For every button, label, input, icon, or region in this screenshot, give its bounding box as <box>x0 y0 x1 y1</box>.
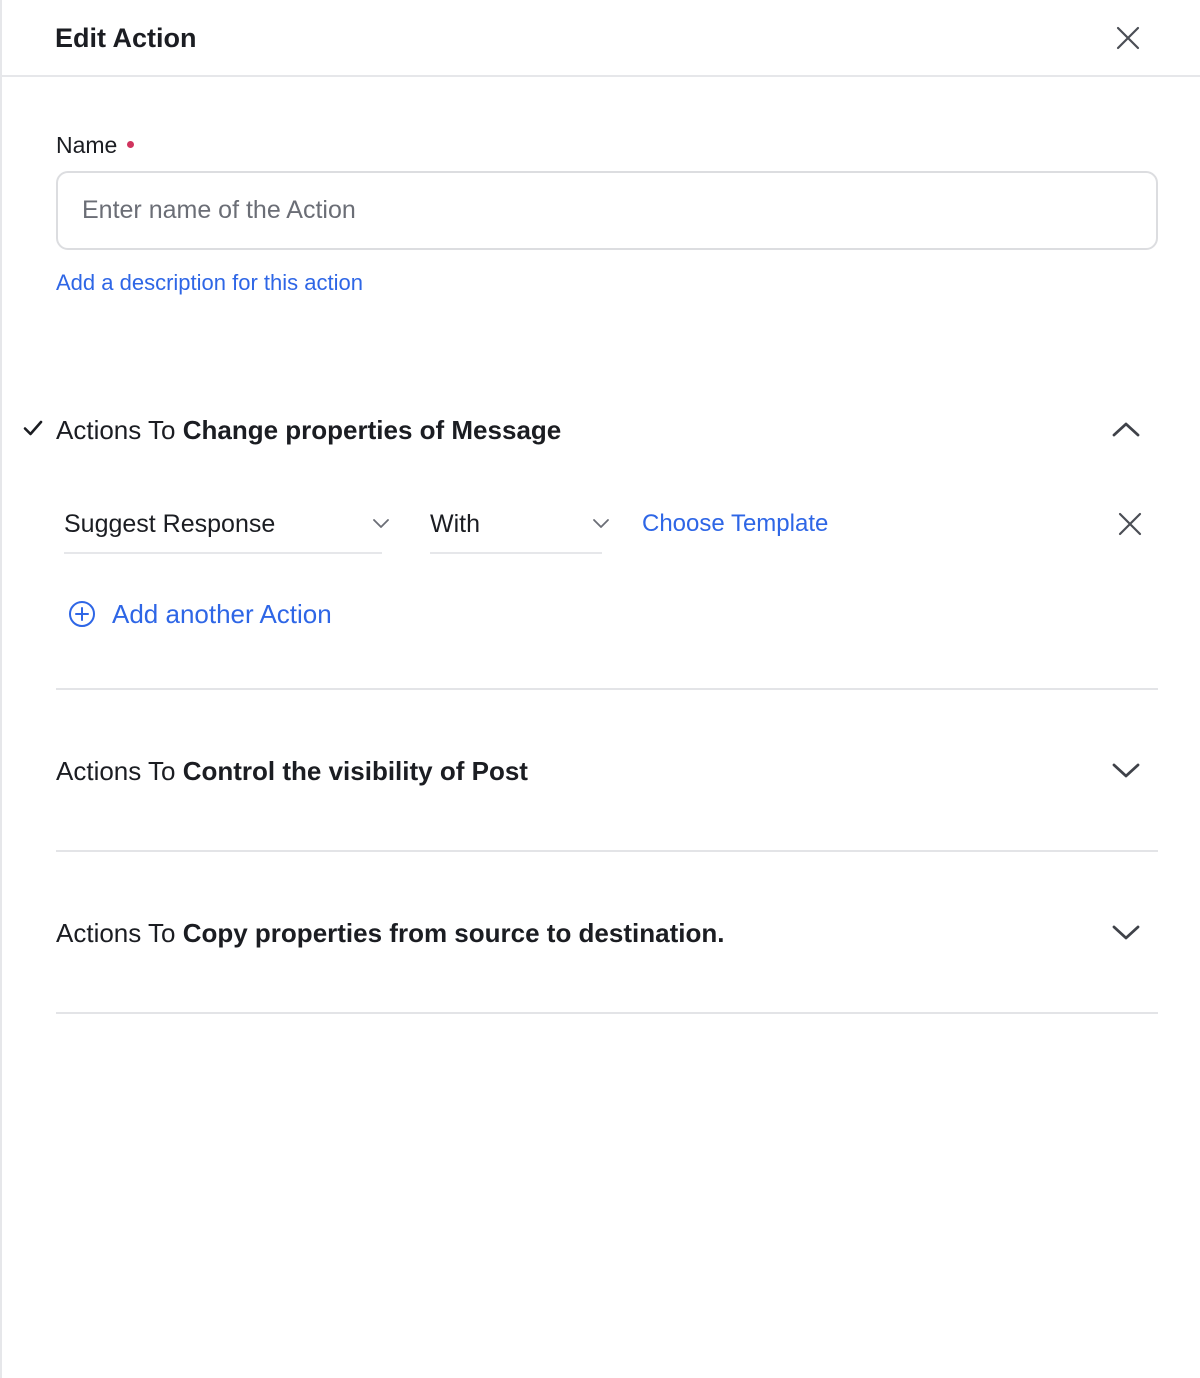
section-copy-properties-header[interactable]: Actions To Copy properties from source t… <box>2 908 1200 958</box>
section-title-name: Change properties of Message <box>182 415 562 445</box>
qualifier-select[interactable]: With <box>430 498 609 554</box>
page-title: Edit Action <box>55 23 197 53</box>
chevron-down-icon <box>593 519 609 528</box>
expand-section-button[interactable] <box>1108 752 1144 788</box>
name-field-label: Name <box>56 130 135 160</box>
remove-action-row-button[interactable] <box>1112 506 1148 542</box>
divider <box>56 688 1158 690</box>
panel-header: Edit Action <box>2 0 1200 77</box>
section-title-name: Control the visibility of Post <box>182 756 528 786</box>
expand-section-button[interactable] <box>1108 914 1144 950</box>
section-title-prefix: Actions To <box>56 415 183 445</box>
qualifier-value: With <box>430 510 480 538</box>
checkmark-icon <box>23 420 43 436</box>
action-type-value: Suggest Response <box>64 510 276 538</box>
add-another-action-button[interactable]: Add another Action <box>68 594 332 634</box>
divider <box>56 1012 1158 1014</box>
action-type-select[interactable]: Suggest Response <box>64 498 389 554</box>
add-another-action-label: Add another Action <box>112 599 332 629</box>
add-description-link[interactable]: Add a description for this action <box>56 268 363 298</box>
close-icon <box>1116 26 1140 50</box>
section-title-name: Copy properties from source to destinati… <box>182 918 725 948</box>
chevron-down-icon <box>1112 925 1140 940</box>
chevron-down-icon <box>373 519 389 528</box>
plus-circle-icon <box>69 601 95 627</box>
chevron-up-icon <box>1112 422 1140 437</box>
choose-template-link[interactable]: Choose Template <box>642 508 828 540</box>
section-change-properties-header[interactable]: Actions To Change properties of Message <box>2 405 1200 455</box>
edit-action-panel: Edit Action Name Add a description for t… <box>0 0 1200 1378</box>
name-input[interactable] <box>56 171 1158 250</box>
close-button[interactable] <box>1110 20 1146 56</box>
section-title-prefix: Actions To <box>56 918 183 948</box>
name-label-text: Name <box>56 132 118 158</box>
section-title-prefix: Actions To <box>56 756 183 786</box>
close-icon <box>1118 512 1142 536</box>
section-title: Actions To Change properties of Message <box>56 413 561 447</box>
divider <box>56 850 1158 852</box>
required-indicator <box>127 141 135 149</box>
section-title: Actions To Control the visibility of Pos… <box>56 754 528 788</box>
section-control-visibility-header[interactable]: Actions To Control the visibility of Pos… <box>2 746 1200 796</box>
chevron-down-icon <box>1112 763 1140 778</box>
section-title: Actions To Copy properties from source t… <box>56 916 724 950</box>
collapse-section-button[interactable] <box>1108 411 1144 447</box>
